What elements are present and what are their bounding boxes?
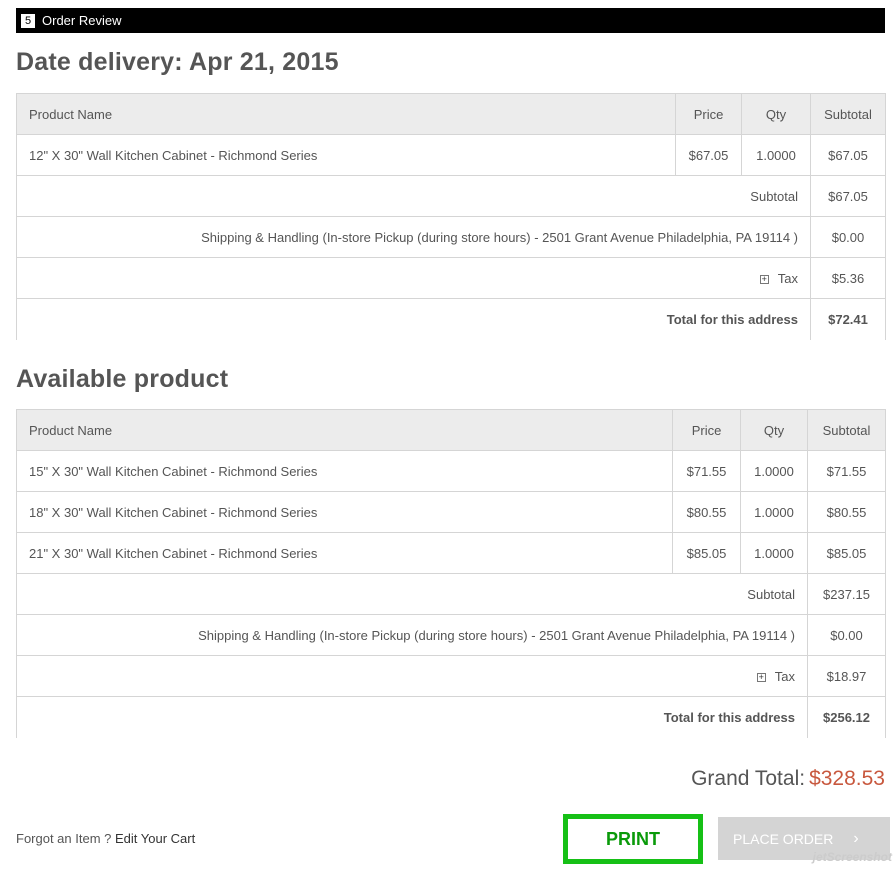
- plus-box-icon[interactable]: +: [759, 274, 769, 284]
- total-value: $72.41: [810, 298, 886, 340]
- product-name: 18" X 30" Wall Kitchen Cabinet - Richmon…: [16, 491, 673, 533]
- product-qty: 1.0000: [741, 134, 811, 176]
- subtotal-value: $237.15: [807, 573, 886, 615]
- product-price: $67.05: [675, 134, 742, 176]
- table-row: 18" X 30" Wall Kitchen Cabinet - Richmon…: [16, 491, 886, 533]
- col-product-name: Product Name: [16, 93, 676, 135]
- total-label: Total for this address: [16, 696, 808, 738]
- shipping-label: Shipping & Handling (In-store Pickup (du…: [16, 216, 811, 258]
- table-header-row: Product Name Price Qty Subtotal: [16, 409, 886, 451]
- grand-total-value: $328.53: [809, 767, 885, 790]
- subtotal-row: Subtotal $237.15: [16, 573, 886, 615]
- tax-value: $5.36: [810, 257, 886, 299]
- tax-row: + Tax $5.36: [16, 257, 886, 299]
- product-name: 15" X 30" Wall Kitchen Cabinet - Richmon…: [16, 450, 673, 492]
- col-subtotal: Subtotal: [807, 409, 886, 451]
- product-qty: 1.0000: [740, 491, 808, 533]
- table-row: 15" X 30" Wall Kitchen Cabinet - Richmon…: [16, 450, 886, 492]
- step-label: Order Review: [42, 13, 122, 28]
- step-header: 5 Order Review: [16, 8, 885, 33]
- edit-cart-link[interactable]: Edit Your Cart: [115, 831, 195, 846]
- place-order-label: PLACE ORDER: [733, 830, 834, 847]
- subtotal-label: Subtotal: [16, 573, 808, 615]
- col-price: Price: [672, 409, 741, 451]
- table-row: 21" X 30" Wall Kitchen Cabinet - Richmon…: [16, 532, 886, 574]
- col-price: Price: [675, 93, 742, 135]
- table-row: 12" X 30" Wall Kitchen Cabinet - Richmon…: [16, 134, 886, 176]
- forgot-item-text: Forgot an Item ? Edit Your Cart: [16, 831, 195, 846]
- col-subtotal: Subtotal: [810, 93, 886, 135]
- product-price: $71.55: [672, 450, 741, 492]
- subtotal-row: Subtotal $67.05: [16, 175, 886, 217]
- tax-label: Tax: [774, 668, 795, 684]
- delivery-table: Product Name Price Qty Subtotal 12" X 30…: [16, 93, 886, 340]
- product-qty: 1.0000: [740, 450, 808, 492]
- print-button[interactable]: PRINT: [563, 814, 703, 864]
- plus-box-icon[interactable]: +: [756, 672, 766, 682]
- table-header-row: Product Name Price Qty Subtotal: [16, 93, 886, 135]
- chevron-right-icon: ›: [853, 829, 859, 847]
- product-qty: 1.0000: [740, 532, 808, 574]
- shipping-row: Shipping & Handling (In-store Pickup (du…: [16, 216, 886, 258]
- col-qty: Qty: [741, 93, 811, 135]
- grand-total-label: Grand Total:: [691, 767, 806, 790]
- delivery-date-title: Date delivery: Apr 21, 2015: [16, 48, 339, 76]
- tax-row: + Tax $18.97: [16, 655, 886, 697]
- tax-value: $18.97: [807, 655, 886, 697]
- product-subtotal: $80.55: [807, 491, 886, 533]
- col-product-name: Product Name: [16, 409, 673, 451]
- tax-label: Tax: [777, 270, 798, 286]
- product-name: 12" X 30" Wall Kitchen Cabinet - Richmon…: [16, 134, 676, 176]
- available-table: Product Name Price Qty Subtotal 15" X 30…: [16, 409, 886, 738]
- forgot-label: Forgot an Item ?: [16, 831, 112, 846]
- subtotal-value: $67.05: [810, 175, 886, 217]
- shipping-value: $0.00: [807, 614, 886, 656]
- product-subtotal: $71.55: [807, 450, 886, 492]
- product-name: 21" X 30" Wall Kitchen Cabinet - Richmon…: [16, 532, 673, 574]
- grand-total: Grand Total: $328.53: [691, 767, 885, 791]
- watermark: jetScreenshot: [812, 850, 892, 864]
- total-row: Total for this address $72.41: [16, 298, 886, 340]
- total-row: Total for this address $256.12: [16, 696, 886, 738]
- shipping-value: $0.00: [810, 216, 886, 258]
- available-product-title: Available product: [16, 365, 229, 393]
- total-label: Total for this address: [16, 298, 811, 340]
- product-subtotal: $67.05: [810, 134, 886, 176]
- total-value: $256.12: [807, 696, 886, 738]
- product-price: $85.05: [672, 532, 741, 574]
- col-qty: Qty: [740, 409, 808, 451]
- product-price: $80.55: [672, 491, 741, 533]
- product-subtotal: $85.05: [807, 532, 886, 574]
- subtotal-label: Subtotal: [16, 175, 811, 217]
- step-number: 5: [21, 13, 35, 28]
- shipping-row: Shipping & Handling (In-store Pickup (du…: [16, 614, 886, 656]
- shipping-label: Shipping & Handling (In-store Pickup (du…: [16, 614, 808, 656]
